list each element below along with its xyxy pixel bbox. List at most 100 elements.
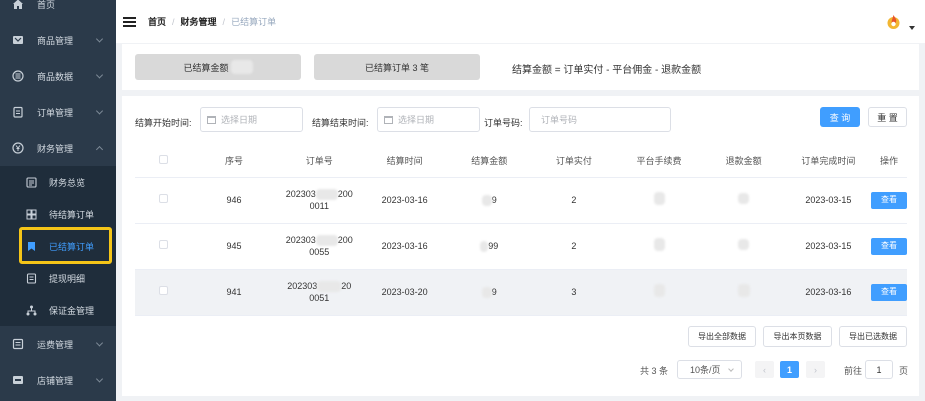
row-checkbox[interactable] [158,240,168,249]
row-checkbox[interactable] [158,286,168,295]
clipboard-icon [12,106,24,118]
settled-amount-label: 已结算金额 [183,62,229,73]
row-id: 941 [191,269,277,316]
row-settle-time: 2023-03-16 [361,223,448,270]
order-number-input[interactable]: 订单号码 [529,107,671,132]
reset-button[interactable]: 重 置 [868,107,907,127]
export-selected-button[interactable]: 导出已选数据 [839,326,907,347]
row-checkbox[interactable] [158,194,168,203]
row-fee [616,177,702,224]
breadcrumb-separator: / [172,16,175,27]
row-finish-time: 2023-03-15 [785,177,871,224]
redacted-value [315,235,338,247]
col-header: 操作 [870,145,907,178]
redacted-value [653,192,665,205]
start-date-picker[interactable]: 选择日期 [200,107,303,132]
avatar[interactable] [886,14,901,30]
export-all-button[interactable]: 导出全部数据 [688,326,756,347]
page-size-select[interactable]: 10条/页 [677,360,742,379]
summary-card: 已结算金额 已结算订单 3 笔 结算金额 = 订单实付 - 平台佣金 - 退款金… [122,44,919,90]
sidebar-subitem-withdraw[interactable]: 提现明细 [0,262,116,294]
row-refund [701,177,786,224]
view-button[interactable]: 查看 [870,237,907,255]
page-1-button[interactable]: 1 [780,361,799,378]
sidebar-item-label: 商品数据 [37,71,74,82]
sidebar-item-orders[interactable]: 订单管理 [0,94,116,130]
sidebar-subitem-overview[interactable]: 财务总览 [0,166,116,198]
start-date-placeholder: 选择日期 [221,115,258,125]
table-row[interactable]: 946 202303 200 0011 2023-03-16 9 2 2023-0… [135,177,907,224]
redacted-value [481,195,492,207]
main-card: 结算开始时间: 选择日期 结算结束时间: 选择日期 订单号码: 订单号码 查 询… [122,96,919,396]
breadcrumb-home[interactable]: 首页 [148,15,166,28]
sidebar-item-home[interactable]: 首页 [0,0,116,22]
col-header: 订单完成时间 [785,145,871,178]
caret-down-icon[interactable] [909,26,915,30]
end-date-picker[interactable]: 选择日期 [377,107,480,132]
table-row[interactable]: 941 202303 20 0051 2023-03-20 9 3 2023-03… [135,269,907,316]
settled-orders-table: 序号 订单号 结算时间 结算金额 订单实付 平台手续费 退款金额 订单完成时间 … [135,145,907,316]
redacted-value [737,284,750,297]
prev-page-button[interactable]: ‹ [755,361,774,378]
sidebar-item-label: 财务管理 [37,143,74,154]
select-all-cell [135,145,192,178]
chevron-down-icon [95,375,104,383]
row-settle-amount: 9 [447,177,532,224]
select-all-checkbox[interactable] [158,155,168,165]
sidebar-item-label: 店铺管理 [37,375,74,386]
redacted-value [738,239,750,250]
row-settle-time: 2023-03-20 [361,269,448,316]
breadcrumb: 首页 / 财务管理 / 已结算订单 [148,15,276,28]
col-header: 结算金额 [447,145,532,178]
row-id: 945 [191,223,277,270]
row-settle-time: 2023-03-16 [361,177,448,224]
row-action: 查看 [870,223,907,270]
sidebar-item-label: 商品管理 [37,35,74,46]
view-button[interactable]: 查看 [870,283,907,301]
yen-icon [12,142,24,154]
row-fee [616,269,702,316]
table-row[interactable]: 945 202303 200 0055 2023-03-16 99 2 2023-… [135,223,907,270]
next-page-button[interactable]: › [806,361,825,378]
menu-toggle-icon[interactable] [123,16,136,27]
chevron-down-icon [95,339,104,347]
calendar-icon [207,115,216,124]
goto-page-input[interactable]: 1 [865,360,893,379]
view-button[interactable]: 查看 [870,191,907,209]
chevron-up-icon [95,145,104,154]
sidebar-subitem-label: 提现明细 [49,273,86,284]
store-icon [12,374,24,386]
overview-icon [26,176,37,188]
redacted-value [480,241,489,253]
redacted-value [230,60,253,74]
col-header: 平台手续费 [616,145,702,178]
col-header: 订单号 [276,145,362,178]
grid-icon [26,209,37,220]
settled-orders-button[interactable]: 已结算订单 3 笔 [314,54,480,80]
order-number-placeholder: 订单号码 [541,115,578,125]
chevron-down-icon [95,35,104,43]
sidebar-subitem-deposit[interactable]: 保证金管理 [0,294,116,326]
home-icon [12,0,24,10]
sidebar-item-goods-data[interactable]: 商品数据 [0,58,116,94]
sidebar-subitem-label: 待结算订单 [49,209,95,220]
goto-prefix: 前往 [844,366,863,376]
sidebar-item-finance[interactable]: 财务管理 [0,130,116,166]
end-date-label: 结算结束时间: [312,118,369,128]
chevron-down-icon [95,71,104,79]
redacted-value [738,193,750,204]
calendar-icon [384,115,393,124]
sidebar-subitem-label: 财务总览 [49,177,86,188]
page-size-value: 10条/页 [690,365,721,375]
sidebar-item-goods[interactable]: 商品管理 [0,22,116,58]
sidebar-subitem-pending[interactable]: 待结算订单 [0,198,116,230]
row-paid: 2 [531,223,617,270]
sidebar-item-freight[interactable]: 运费管理 [0,326,116,362]
row-order-number: 202303 20 0051 [276,269,362,316]
top-header: 首页 / 财务管理 / 已结算订单 [116,0,925,43]
search-button[interactable]: 查 询 [820,107,860,127]
export-page-button[interactable]: 导出本页数据 [763,326,832,347]
breadcrumb-finance: 财务管理 [180,17,217,27]
sidebar-item-store[interactable]: 店铺管理 [0,362,116,398]
settled-amount-button[interactable]: 已结算金额 [135,54,301,80]
